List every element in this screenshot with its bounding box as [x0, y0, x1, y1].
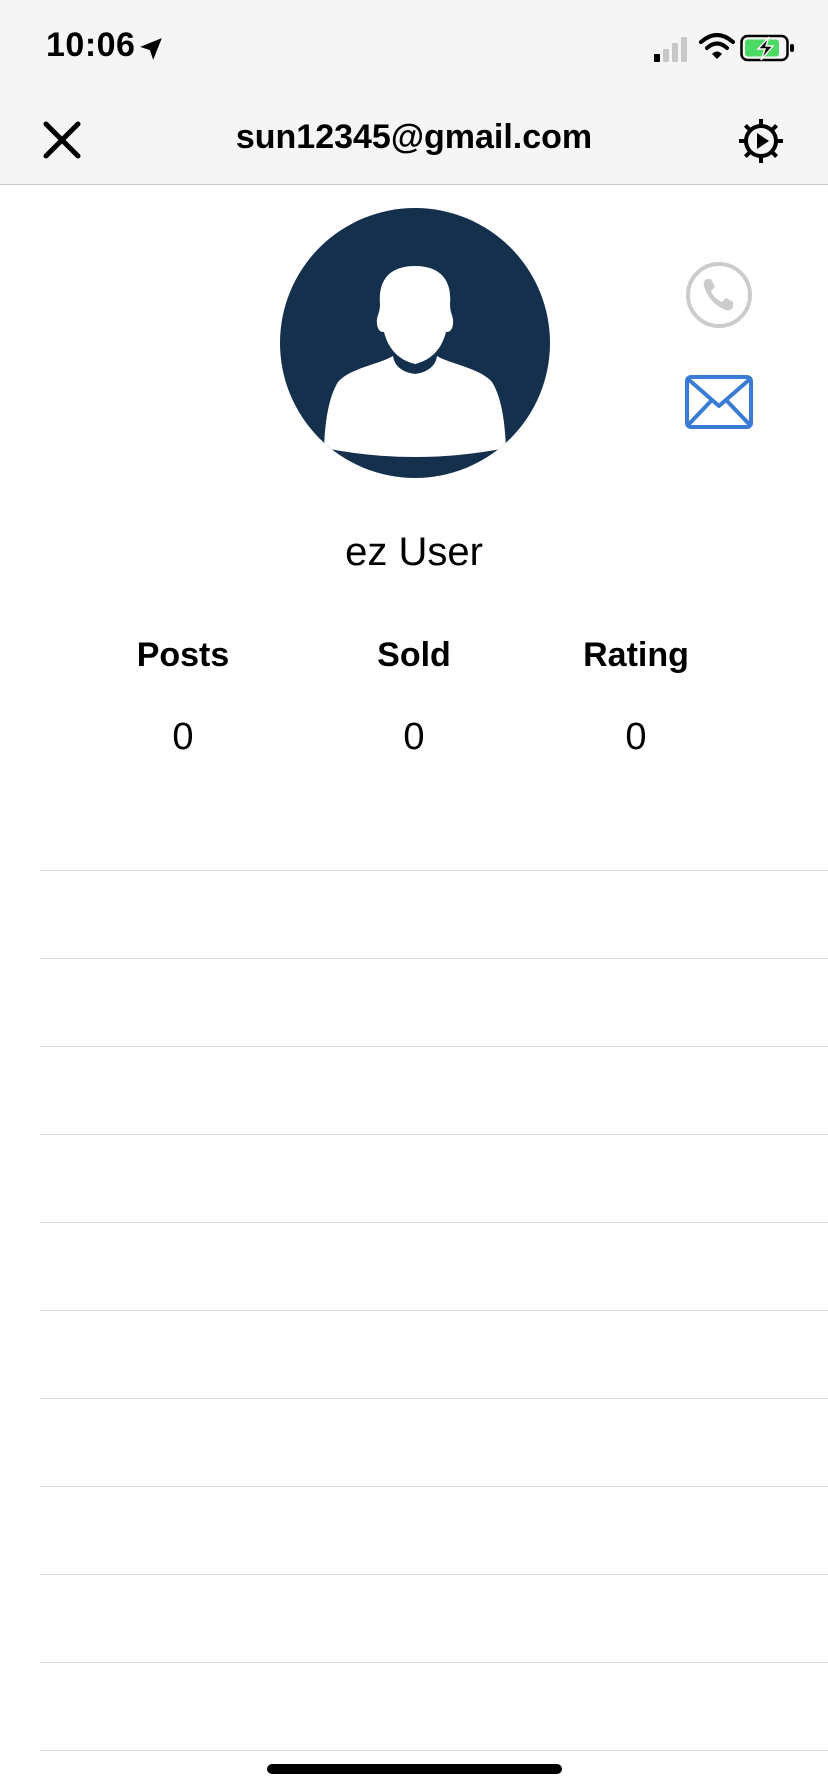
close-icon[interactable]	[36, 114, 88, 166]
list-item[interactable]	[40, 1046, 828, 1134]
user-display-name: ez User	[345, 530, 483, 574]
stat-value: 0	[403, 716, 425, 758]
list-item[interactable]	[40, 1574, 828, 1662]
list-item[interactable]	[40, 1486, 828, 1574]
posts-list	[40, 870, 828, 1751]
phone-icon[interactable]	[684, 260, 754, 330]
settings-gear-icon[interactable]	[736, 116, 786, 166]
list-item[interactable]	[40, 958, 828, 1046]
list-item[interactable]	[40, 1662, 828, 1751]
stat-label: Posts	[136, 636, 230, 674]
status-time: 10:06	[46, 26, 136, 64]
stat-sold: Sold 0	[314, 636, 514, 759]
profile-screen: 10:06 sun12345@gmail.com ez User Posts 0…	[0, 0, 828, 1792]
stat-rating: Rating 0	[536, 636, 736, 759]
navigation-bar: sun12345@gmail.com	[0, 92, 828, 185]
stat-posts: Posts 0	[83, 636, 283, 759]
home-indicator[interactable]	[267, 1764, 562, 1774]
list-item[interactable]	[40, 1310, 828, 1398]
cellular-signal-icon	[654, 37, 687, 62]
list-item[interactable]	[40, 1398, 828, 1486]
stat-label: Sold	[377, 636, 451, 674]
wifi-icon	[699, 33, 735, 59]
mail-icon[interactable]	[684, 374, 754, 430]
status-bar: 10:06	[0, 0, 828, 92]
battery-charging-icon	[740, 34, 794, 62]
list-item[interactable]	[40, 1222, 828, 1310]
stat-value: 0	[172, 716, 194, 758]
stat-label: Rating	[583, 636, 689, 674]
stat-value: 0	[625, 716, 647, 758]
default-user-avatar-icon[interactable]	[280, 208, 550, 478]
list-item[interactable]	[40, 870, 828, 958]
list-item[interactable]	[40, 1134, 828, 1222]
location-arrow-icon	[140, 38, 162, 60]
account-email-title: sun12345@gmail.com	[235, 118, 593, 156]
